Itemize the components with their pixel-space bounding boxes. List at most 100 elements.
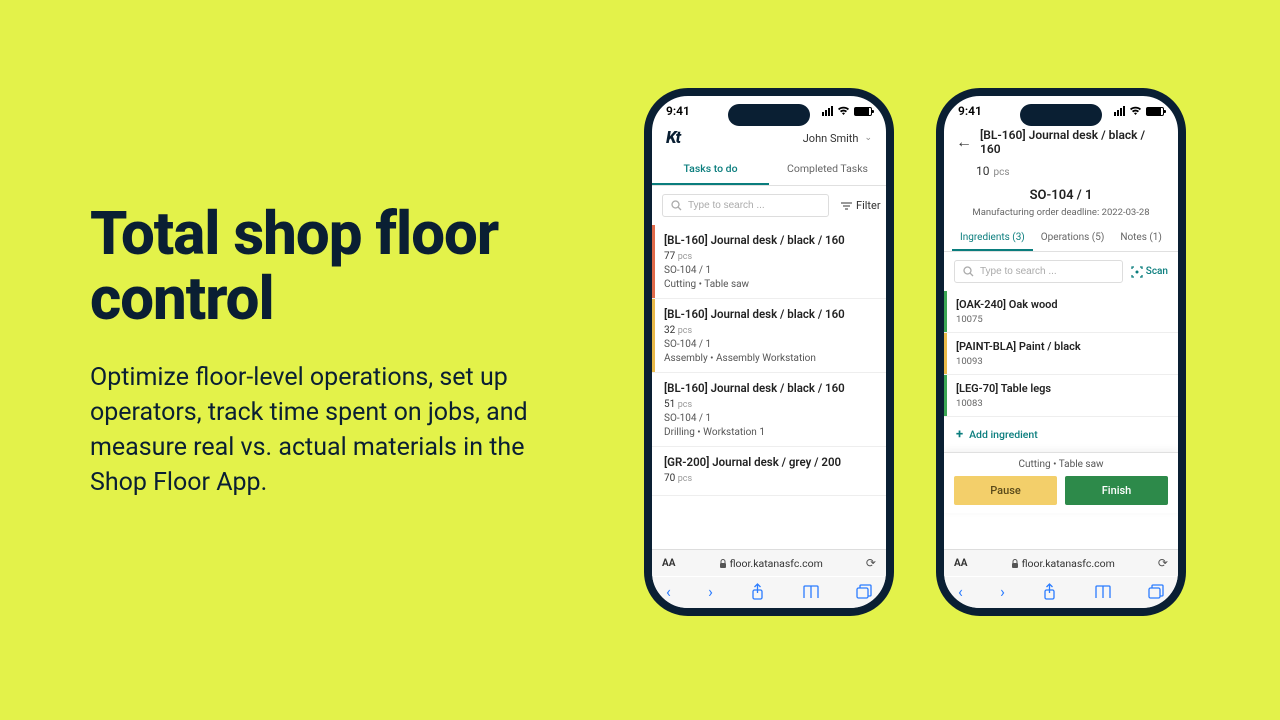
task-qty: 77 pcs — [664, 251, 876, 262]
current-operation: Cutting • Table saw — [954, 459, 1168, 470]
device-notch — [728, 104, 810, 126]
finish-button[interactable]: Finish — [1065, 476, 1168, 505]
ingredient-code: 10083 — [956, 398, 1168, 409]
hero-title: Total shop floor control — [90, 202, 560, 332]
scan-label: Scan — [1146, 266, 1168, 277]
nav-back-icon[interactable]: ‹ — [958, 582, 963, 601]
pause-button[interactable]: Pause — [954, 476, 1057, 505]
bookmarks-icon[interactable] — [1095, 585, 1111, 599]
app-logo: Kt — [666, 128, 680, 148]
bookmarks-icon[interactable] — [803, 585, 819, 599]
url-display[interactable]: floor.katanasfc.com — [1011, 557, 1115, 570]
browser-address-bar: AA floor.katanasfc.com ⟳ — [652, 549, 886, 576]
task-tabs: Tasks to do Completed Tasks — [652, 154, 886, 186]
user-menu[interactable]: John Smith ⌄ — [803, 132, 872, 145]
task-item[interactable]: [BL-160] Journal desk / black / 160 77 pc… — [652, 225, 886, 299]
plus-icon: + — [956, 427, 963, 442]
ingredient-name: [PAINT-BLA] Paint / black — [956, 340, 1168, 353]
task-item[interactable]: [BL-160] Journal desk / black / 160 51 pc… — [652, 373, 886, 447]
ingredient-item[interactable]: [LEG-70] Table legs 10083 — [944, 375, 1178, 417]
detail-title: [BL-160] Journal desk / black / 160 — [980, 128, 1166, 156]
ingredient-code: 10093 — [956, 356, 1168, 367]
text-size-button[interactable]: AA — [662, 558, 675, 569]
ingredient-item[interactable]: [OAK-240] Oak wood 10075 — [944, 291, 1178, 333]
phone-tasks: 9:41 Kt John Smith ⌄ Tasks to do Complet… — [644, 88, 894, 616]
text-size-button[interactable]: AA — [954, 558, 967, 569]
add-ingredient-button[interactable]: + Add ingredient — [944, 417, 1178, 452]
ingredients-list: [OAK-240] Oak wood 10075 [PAINT-BLA] Paint… — [944, 291, 1178, 417]
nav-forward-icon[interactable]: › — [708, 582, 713, 601]
nav-back-icon[interactable]: ‹ — [666, 582, 671, 601]
ingredient-name: [LEG-70] Table legs — [956, 382, 1168, 395]
search-icon — [963, 266, 974, 277]
search-icon — [671, 200, 682, 211]
task-qty: 32 pcs — [664, 325, 876, 336]
ingredient-code: 10075 — [956, 314, 1168, 325]
lock-icon — [719, 559, 727, 568]
ingredient-item[interactable]: [PAINT-BLA] Paint / black 10093 — [944, 333, 1178, 375]
detail-quantity: 10pcs — [944, 162, 1178, 184]
task-item[interactable]: [GR-200] Journal desk / grey / 200 70 pcs — [652, 447, 886, 496]
filter-label: Filter — [856, 199, 881, 212]
detail-tab[interactable]: Notes (1) — [1112, 226, 1170, 251]
phone-detail: 9:41 ← [BL-160] Journal desk / black / 1… — [936, 88, 1186, 616]
reload-button[interactable]: ⟳ — [866, 556, 876, 570]
signal-icon — [1114, 106, 1125, 116]
share-icon[interactable] — [1042, 583, 1057, 601]
wifi-icon — [1129, 106, 1142, 116]
ingredient-search-wrap[interactable] — [954, 260, 1123, 283]
browser-toolbar: ‹ › — [944, 577, 1178, 608]
task-operation: Cutting • Table saw — [664, 279, 876, 290]
tab-tasks-todo[interactable]: Tasks to do — [652, 154, 769, 185]
lock-icon — [1011, 559, 1019, 568]
search-input[interactable] — [688, 200, 820, 211]
ingredient-name: [OAK-240] Oak wood — [956, 298, 1168, 311]
tabs-icon[interactable] — [856, 584, 872, 599]
tab-completed[interactable]: Completed Tasks — [769, 154, 886, 185]
share-icon[interactable] — [750, 583, 765, 601]
browser-address-bar: AA floor.katanasfc.com ⟳ — [944, 549, 1178, 576]
task-so: SO-104 / 1 — [664, 339, 876, 350]
url-display[interactable]: floor.katanasfc.com — [719, 557, 823, 570]
ingredient-search[interactable] — [980, 266, 1114, 277]
task-so: SO-104 / 1 — [664, 265, 876, 276]
filter-icon — [841, 201, 852, 211]
browser-toolbar: ‹ › — [652, 577, 886, 608]
scan-button[interactable]: Scan — [1131, 266, 1168, 278]
tabs-icon[interactable] — [1148, 584, 1164, 599]
user-name: John Smith — [803, 132, 859, 145]
back-button[interactable]: ← — [956, 132, 972, 152]
task-title: [GR-200] Journal desk / grey / 200 — [664, 455, 876, 469]
task-title: [BL-160] Journal desk / black / 160 — [664, 233, 876, 247]
status-time: 9:41 — [958, 104, 982, 118]
task-item[interactable]: [BL-160] Journal desk / black / 160 32 pc… — [652, 299, 886, 373]
task-qty: 70 pcs — [664, 473, 876, 484]
scan-icon — [1131, 266, 1143, 278]
hero-body: Optimize floor-level operations, set up … — [90, 360, 560, 500]
chevron-down-icon: ⌄ — [864, 133, 872, 143]
detail-tab[interactable]: Ingredients (3) — [952, 226, 1033, 251]
signal-icon — [822, 106, 833, 116]
detail-so: SO-104 / 1 — [944, 184, 1178, 207]
battery-icon — [854, 107, 872, 116]
task-qty: 51 pcs — [664, 399, 876, 410]
nav-forward-icon[interactable]: › — [1000, 582, 1005, 601]
device-notch — [1020, 104, 1102, 126]
detail-tabs: Ingredients (3)Operations (5)Notes (1) — [944, 226, 1178, 252]
search-input-wrap[interactable] — [662, 194, 829, 217]
reload-button[interactable]: ⟳ — [1158, 556, 1168, 570]
add-ingredient-label: Add ingredient — [969, 428, 1038, 441]
task-operation: Drilling • Workstation 1 — [664, 427, 876, 438]
task-title: [BL-160] Journal desk / black / 160 — [664, 381, 876, 395]
action-panel: Cutting • Table saw Pause Finish — [944, 452, 1178, 513]
task-operation: Assembly • Assembly Workstation — [664, 353, 876, 364]
wifi-icon — [837, 106, 850, 116]
task-title: [BL-160] Journal desk / black / 160 — [664, 307, 876, 321]
task-so: SO-104 / 1 — [664, 413, 876, 424]
status-time: 9:41 — [666, 104, 690, 118]
filter-button[interactable]: Filter — [837, 195, 885, 216]
battery-icon — [1146, 107, 1164, 116]
detail-deadline: Manufacturing order deadline: 2022-03-28 — [944, 207, 1178, 226]
task-list: [BL-160] Journal desk / black / 160 77 pc… — [652, 225, 886, 496]
detail-tab[interactable]: Operations (5) — [1033, 226, 1113, 251]
